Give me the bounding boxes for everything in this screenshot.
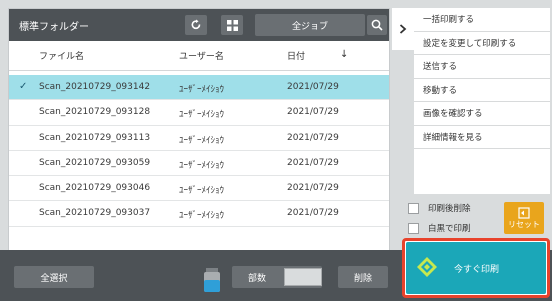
print-now-label: 今すぐ印刷 bbox=[454, 265, 500, 275]
copies-label: 部数 bbox=[248, 274, 267, 284]
cell-username: ﾕｰｻﾞｰﾒｲｼｮｳ bbox=[179, 85, 225, 95]
cell-date: 2021/07/29 bbox=[287, 157, 339, 168]
select-all-button[interactable]: 全選択 bbox=[14, 266, 94, 288]
cell-filename: Scan_20210729_093046 bbox=[39, 183, 151, 194]
cell-username: ﾕｰｻﾞｰﾒｲｼｮｳ bbox=[179, 186, 225, 197]
print-bw-checkbox[interactable] bbox=[408, 222, 419, 234]
cell-date: 2021/07/29 bbox=[287, 208, 339, 219]
search-button[interactable] bbox=[367, 15, 387, 35]
delete-after-print-option[interactable]: 印刷後削除 bbox=[408, 202, 471, 214]
cell-filename: Scan_20210729_093113 bbox=[39, 132, 151, 143]
print-bw-option[interactable]: 白黒で印刷 bbox=[408, 222, 471, 234]
cell-username: ﾕｰｻﾞｰﾒｲｼｮｳ bbox=[179, 211, 225, 222]
action-menu: 一括印刷する 設定を変更して印刷する 送信する 移動する 画像を確認する 詳細情… bbox=[414, 8, 550, 194]
column-header-filename[interactable]: ファイル名 bbox=[39, 45, 84, 65]
check-icon: ✓ bbox=[19, 81, 28, 92]
cell-date: 2021/07/29 bbox=[287, 82, 339, 92]
chevron-right-icon bbox=[399, 24, 407, 34]
header-divider bbox=[9, 70, 389, 71]
table-row[interactable]: Scan_20210729_093128 ﾕｰｻﾞｰﾒｲｼｮｳ 2021/07/… bbox=[9, 100, 389, 126]
cell-filename: Scan_20210729_093142 bbox=[39, 82, 151, 92]
refresh-icon bbox=[191, 19, 201, 30]
cell-username: ﾕｰｻﾞｰﾒｲｼｮｳ bbox=[179, 135, 225, 146]
table-row[interactable]: Scan_20210729_093059 ﾕｰｻﾞｰﾒｲｼｮｳ 2021/07/… bbox=[9, 151, 389, 177]
grid-icon bbox=[226, 19, 238, 31]
menu-item-print-with-settings[interactable]: 設定を変更して印刷する bbox=[414, 32, 550, 55]
column-header-date[interactable]: 日付 bbox=[287, 45, 305, 65]
cell-username: ﾕｰｻﾞｰﾒｲｼｮｳ bbox=[179, 160, 225, 171]
delete-after-print-checkbox[interactable] bbox=[408, 202, 419, 214]
cell-username: ﾕｰｻﾞｰﾒｲｼｮｳ bbox=[179, 110, 225, 121]
file-list-panel: 標準フォルダー 全ジョブ ファイル名 ユーザー名 日付 ↓ ✓ Scan_202… bbox=[8, 8, 390, 258]
grid-view-button[interactable] bbox=[221, 15, 243, 35]
cell-filename: Scan_20210729_093059 bbox=[39, 157, 151, 168]
reset-button[interactable]: リセット bbox=[504, 202, 544, 234]
cell-date: 2021/07/29 bbox=[287, 107, 339, 118]
list-toolbar: 標準フォルダー 全ジョブ bbox=[9, 9, 389, 41]
toner-icon bbox=[204, 268, 220, 292]
menu-item-preview[interactable]: 画像を確認する bbox=[414, 102, 550, 126]
print-bw-label: 白黒で印刷 bbox=[428, 224, 471, 234]
job-filter-dropdown[interactable]: 全ジョブ bbox=[255, 14, 365, 36]
menu-item-details[interactable]: 詳細情報を見る bbox=[414, 126, 550, 149]
delete-button[interactable]: 削除 bbox=[338, 266, 388, 288]
file-rows: ✓ Scan_20210729_093142 ﾕｰｻﾞｰﾒｲｼｮｳ 2021/0… bbox=[9, 75, 389, 227]
table-row[interactable]: Scan_20210729_093113 ﾕｰｻﾞｰﾒｲｼｮｳ 2021/07/… bbox=[9, 126, 389, 151]
reset-icon bbox=[518, 206, 530, 219]
reset-label: リセット bbox=[508, 219, 540, 229]
print-now-button[interactable]: 今すぐ印刷 bbox=[406, 242, 546, 294]
folder-title: 標準フォルダー bbox=[19, 22, 89, 33]
cell-date: 2021/07/29 bbox=[287, 183, 339, 194]
column-header-username[interactable]: ユーザー名 bbox=[179, 45, 224, 65]
table-row[interactable]: ✓ Scan_20210729_093142 ﾕｰｻﾞｰﾒｲｼｮｳ 2021/0… bbox=[9, 75, 389, 101]
menu-item-move[interactable]: 移動する bbox=[414, 79, 550, 102]
menu-item-batch-print[interactable]: 一括印刷する bbox=[414, 8, 550, 32]
delete-after-print-label: 印刷後削除 bbox=[428, 204, 471, 214]
refresh-button[interactable] bbox=[185, 15, 207, 35]
table-row[interactable]: Scan_20210729_093037 ﾕｰｻﾞｰﾒｲｼｮｳ 2021/07/… bbox=[9, 201, 389, 227]
cell-filename: Scan_20210729_093037 bbox=[39, 208, 151, 219]
cell-date: 2021/07/29 bbox=[287, 132, 339, 143]
sort-down-icon[interactable]: ↓ bbox=[340, 49, 348, 60]
table-row[interactable]: Scan_20210729_093046 ﾕｰｻﾞｰﾒｲｼｮｳ 2021/07/… bbox=[9, 176, 389, 202]
print-diamond-icon bbox=[417, 257, 437, 277]
menu-item-send[interactable]: 送信する bbox=[414, 55, 550, 79]
copies-input[interactable] bbox=[284, 268, 322, 286]
cell-filename: Scan_20210729_093128 bbox=[39, 107, 151, 118]
collapse-menu-button[interactable] bbox=[392, 8, 414, 50]
search-icon bbox=[371, 19, 383, 31]
